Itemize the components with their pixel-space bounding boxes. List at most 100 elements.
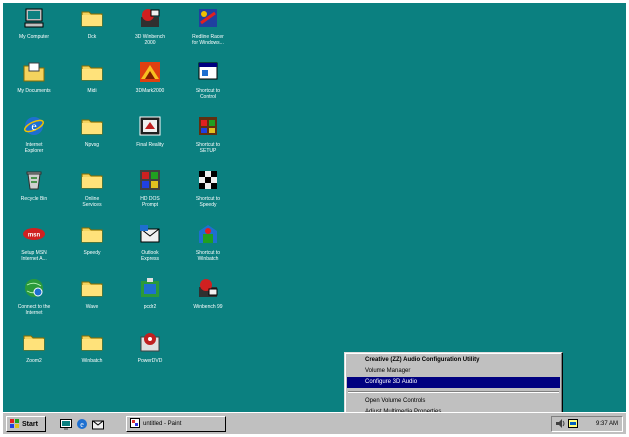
desktop-shortcut-label: Npvsg xyxy=(84,142,100,148)
dos-prompt-icon xyxy=(138,168,162,192)
documents-icon xyxy=(22,60,46,84)
desktop-shortcut[interactable]: Shortcut to Winbatch xyxy=(179,222,237,276)
paint-icon xyxy=(130,418,140,430)
desktop-shortcut[interactable]: Speedy xyxy=(63,222,121,276)
desktop-shortcut[interactable]: pcdr2 xyxy=(121,276,179,330)
winbench-icon xyxy=(138,6,162,30)
desktop-shortcut[interactable]: Shortcut to SETUP xyxy=(179,114,237,168)
desktop-shortcut-label: Zoom2 xyxy=(26,358,42,364)
menu-item-configure-3d-audio[interactable]: Configure 3D Audio xyxy=(347,377,560,388)
desktop-shortcut[interactable]: Shortcut to Control xyxy=(179,60,237,114)
desktop-shortcut[interactable]: Online Services xyxy=(63,168,121,222)
desktop-shortcut-label: Connect to the Internet xyxy=(17,304,51,316)
folder-icon xyxy=(80,168,104,192)
taskbar-button-label: untitled - Paint xyxy=(143,421,182,427)
final-reality-icon xyxy=(138,114,162,138)
desktop-shortcut[interactable]: Midi xyxy=(63,60,121,114)
svg-text:e: e xyxy=(80,420,84,429)
folder-icon xyxy=(80,114,104,138)
folder-icon xyxy=(22,330,46,354)
internet-explorer-quicklaunch-icon[interactable]: e xyxy=(75,417,89,431)
desktop-shortcut[interactable]: Recycle Bin xyxy=(5,168,63,222)
desktop-shortcut[interactable]: 3DMark2000 xyxy=(121,60,179,114)
folder-icon xyxy=(80,222,104,246)
desktop-shortcut[interactable]: My Computer xyxy=(5,6,63,60)
desktop-shortcut[interactable]: Redline Racer for Windows... xyxy=(179,6,237,60)
svg-text:e: e xyxy=(31,119,36,133)
desktop-shortcut-label: Shortcut to SETUP xyxy=(195,142,221,154)
folder-icon xyxy=(80,330,104,354)
pcdr-icon xyxy=(138,276,162,300)
desktop-shortcut[interactable]: Wave xyxy=(63,276,121,330)
desktop-shortcut-label: Shortcut to Speedy xyxy=(195,196,221,208)
desktop-shortcut-label: 3D Winbench 2000 xyxy=(134,34,165,46)
desktop-shortcut-label: Shortcut to Control xyxy=(195,88,221,100)
folder-icon xyxy=(80,60,104,84)
context-menu-title[interactable]: Creative (ZZ) Audio Configuration Utilit… xyxy=(347,355,560,366)
desktop-shortcut[interactable]: Outlook Express xyxy=(121,222,179,276)
3dmark-icon xyxy=(138,60,162,84)
clock[interactable]: 9:37 AM xyxy=(596,421,622,427)
menu-item-open-volume-controls[interactable]: Open Volume Controls xyxy=(347,396,560,407)
taskbar-button-paint[interactable]: untitled - Paint xyxy=(126,416,226,432)
desktop-shortcut-label: 3DMark2000 xyxy=(135,88,165,94)
desktop-shortcut[interactable]: msn Setup MSN Internet A... xyxy=(5,222,63,276)
desktop-shortcut-label: Winbench 99 xyxy=(193,304,223,310)
desktop-shortcut[interactable]: My Documents xyxy=(5,60,63,114)
powerdvd-icon xyxy=(138,330,162,354)
desktop-shortcut-label: Internet Explorer xyxy=(24,142,44,154)
desktop-shortcut[interactable]: Npvsg xyxy=(63,114,121,168)
desktop-shortcut[interactable]: Zoom2 xyxy=(5,330,63,384)
desktop-shortcut-label: Redline Racer for Windows... xyxy=(192,34,224,46)
speaker-tray-icon[interactable] xyxy=(556,418,566,430)
internet-explorer-icon: e xyxy=(22,114,46,138)
desktop-shortcut-label: Speedy xyxy=(83,250,101,256)
desktop-shortcut-label: Midi xyxy=(87,88,97,94)
start-button[interactable]: Start xyxy=(6,416,46,432)
desktop-shortcut-label: pcdr2 xyxy=(143,304,157,310)
desktop-shortcut[interactable]: Winbench 99 xyxy=(179,276,237,330)
desktop-shortcut-label: My Computer xyxy=(18,34,49,40)
shortcut-speedy-icon xyxy=(196,168,220,192)
audio-tray-icon[interactable] xyxy=(568,418,578,430)
outlook-express-quicklaunch-icon[interactable] xyxy=(91,417,105,431)
connect-internet-icon xyxy=(22,276,46,300)
show-desktop-icon[interactable] xyxy=(59,417,73,431)
desktop-shortcut[interactable]: Final Reality xyxy=(121,114,179,168)
redline-racer-icon xyxy=(196,6,220,30)
shortcut-winbatch-icon xyxy=(196,222,220,246)
desktop-shortcut-label: PowerDVD xyxy=(137,358,163,364)
winbench99-icon xyxy=(196,276,220,300)
start-label: Start xyxy=(22,420,38,428)
desktop-shortcut-label: Shortcut to Winbatch xyxy=(195,250,221,262)
desktop-shortcut-label: Recycle Bin xyxy=(20,196,48,202)
desktop-shortcut-label: Dck xyxy=(87,34,97,40)
recycle-bin-icon xyxy=(22,168,46,192)
desktop-shortcut[interactable]: e Internet Explorer xyxy=(5,114,63,168)
msn-icon: msn xyxy=(22,222,46,246)
menu-separator xyxy=(348,391,559,393)
desktop-shortcut[interactable]: Winbatch xyxy=(63,330,121,384)
outlook-express-icon xyxy=(138,222,162,246)
desktop-shortcut[interactable]: Dck xyxy=(63,6,121,60)
desktop-shortcut-label: Setup MSN Internet A... xyxy=(21,250,47,262)
system-tray: 9:37 AM xyxy=(551,416,623,432)
desktop-shortcut[interactable]: 3D Winbench 2000 xyxy=(121,6,179,60)
windows-logo-icon xyxy=(10,418,20,430)
desktop-shortcut-label: Outlook Express xyxy=(140,250,160,262)
desktop-shortcut[interactable]: HD DOS Prompt xyxy=(121,168,179,222)
desktop-shortcut[interactable]: PowerDVD xyxy=(121,330,179,384)
svg-text:msn: msn xyxy=(28,233,41,239)
folder-icon xyxy=(80,276,104,300)
computer-icon xyxy=(22,6,46,30)
desktop-shortcut[interactable]: Connect to the Internet xyxy=(5,276,63,330)
audio-tray-context-menu: Creative (ZZ) Audio Configuration Utilit… xyxy=(344,352,563,421)
desktop-screen: My Computer My Documents e Internet Explore… xyxy=(3,3,626,434)
desktop-shortcut-label: Wave xyxy=(85,304,99,310)
desktop-shortcut-label: Winbatch xyxy=(81,358,103,364)
desktop-shortcut[interactable]: Shortcut to Speedy xyxy=(179,168,237,222)
menu-item-volume-manager[interactable]: Volume Manager xyxy=(347,366,560,377)
shortcut-control-icon xyxy=(196,60,220,84)
desktop-shortcut-label: My Documents xyxy=(17,88,51,94)
desktop-shortcut-label: HD DOS Prompt xyxy=(140,196,160,208)
